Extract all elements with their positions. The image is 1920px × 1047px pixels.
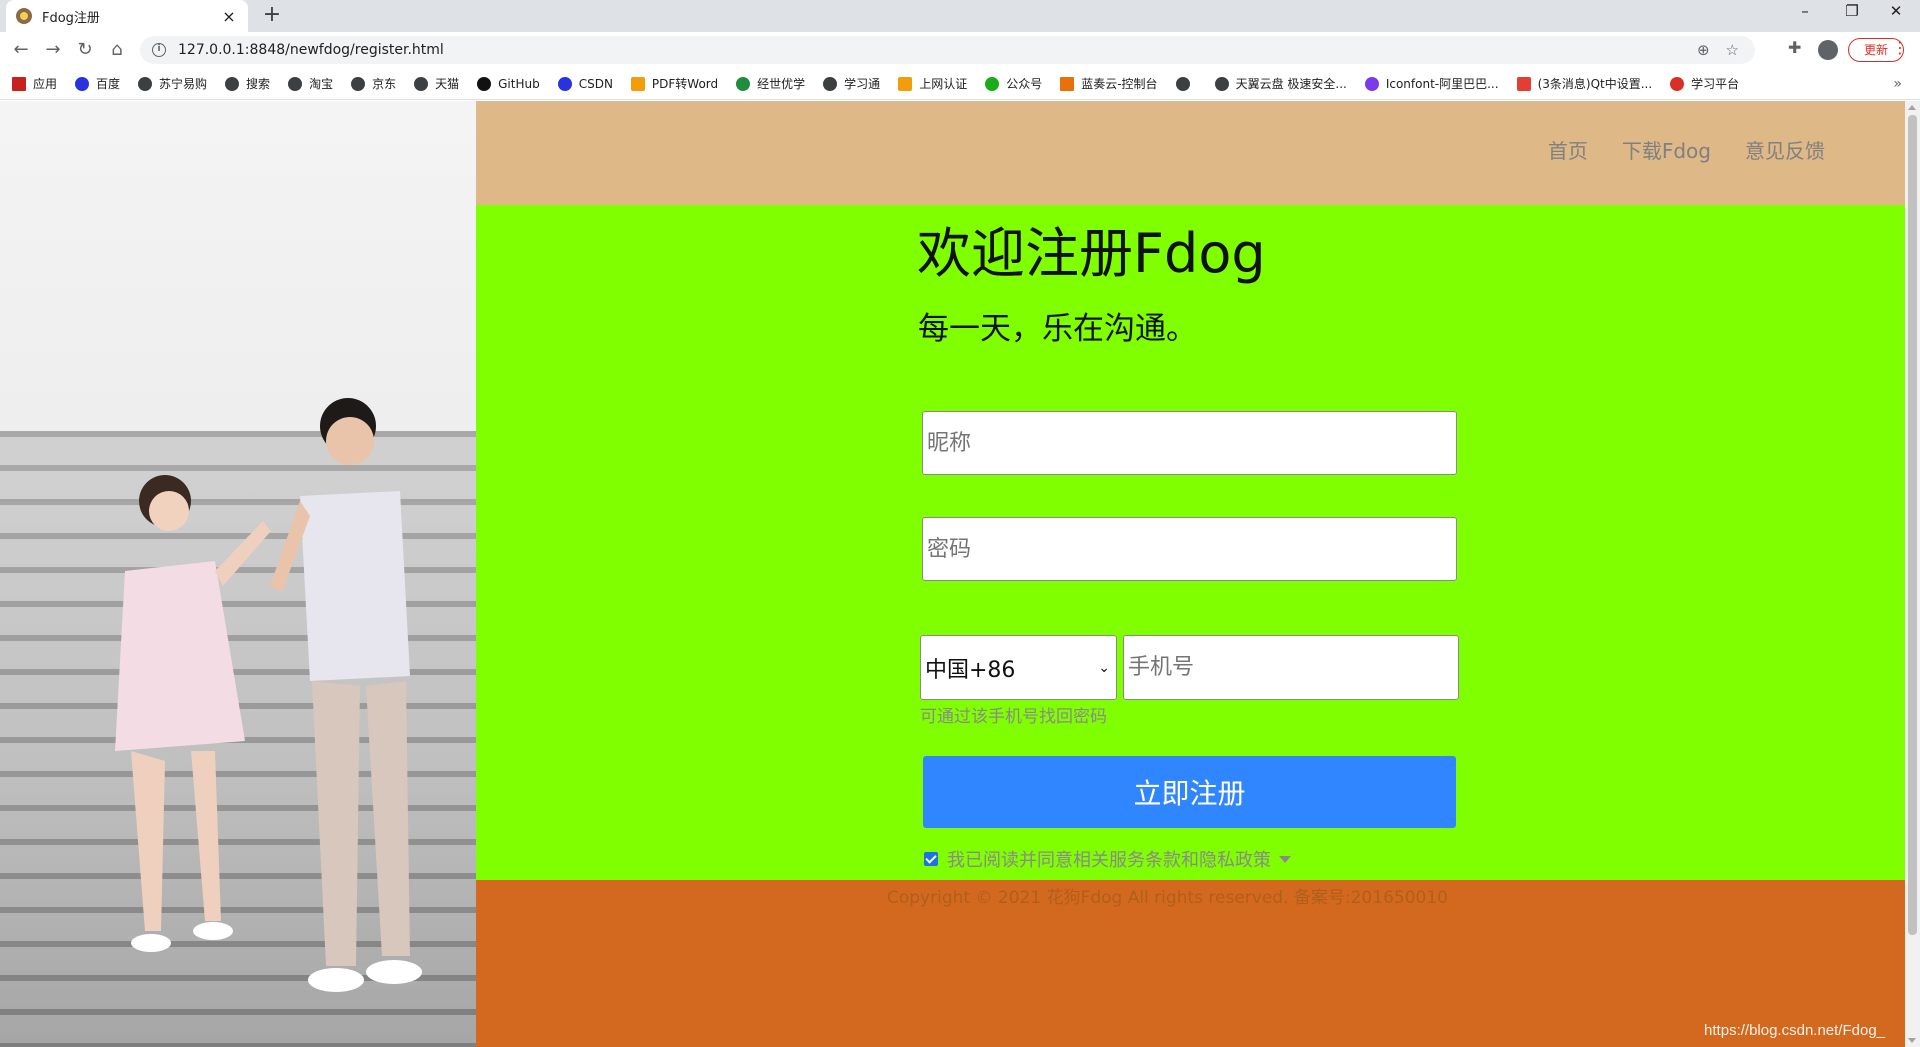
nav-home-link[interactable]: 首页	[1548, 135, 1588, 164]
boy-figure-graphic	[270, 398, 422, 992]
vertical-scrollbar[interactable]	[1905, 101, 1920, 1047]
forward-icon[interactable]: →	[40, 38, 66, 62]
bookmark-item[interactable]: PDF转Word	[630, 75, 718, 92]
tab-title: Fdog注册	[42, 10, 100, 26]
bookmark-item[interactable]: 经世优学	[736, 75, 805, 92]
bookmark-item[interactable]: Iconfont-阿里巴巴...	[1364, 75, 1499, 92]
globe-icon	[1214, 76, 1229, 91]
reload-icon[interactable]: ↻	[72, 38, 98, 62]
scroll-up-icon[interactable]	[1908, 105, 1916, 110]
bookmarks-more-icon[interactable]: »	[1893, 76, 1902, 92]
site-info-icon[interactable]: i	[152, 43, 166, 57]
page-title: 欢迎注册Fdog	[917, 222, 1266, 285]
bookmark-star-icon[interactable]: ☆	[1726, 41, 1739, 59]
extensions-icon[interactable]: ✚	[1788, 38, 1801, 57]
zoom-icon[interactable]: ⊕	[1697, 41, 1710, 59]
bookmark-item[interactable]: 搜索	[225, 75, 270, 92]
phone-hint: 可通过该手机号找回密码	[920, 707, 1107, 727]
address-url[interactable]: 127.0.0.1:8848/newfdog/register.html	[178, 42, 1697, 58]
bookmark-item[interactable]: CSDN	[557, 76, 613, 91]
minimize-icon[interactable]: –	[1785, 2, 1825, 20]
bookmark-item[interactable]: 淘宝	[288, 75, 333, 92]
agree-checkbox[interactable]	[924, 852, 938, 866]
globe-icon	[823, 76, 838, 91]
close-window-icon[interactable]: ✕	[1876, 2, 1916, 20]
globe-icon	[288, 76, 303, 91]
country-code-select[interactable]: 中国+86 ⌄	[920, 635, 1117, 700]
bookmarks-bar: 应用 百度 苏宁易购 搜索 淘宝 京东 天猫 GitHub CSDN PDF转W…	[0, 68, 1920, 100]
home-icon[interactable]: ⌂	[104, 38, 130, 62]
pdf-icon	[898, 76, 913, 91]
bookmark-item[interactable]: 上网认证	[898, 75, 967, 92]
bookmark-item[interactable]: 天猫	[414, 75, 459, 92]
baidu-paw-icon	[75, 76, 90, 91]
address-bar[interactable]: i 127.0.0.1:8848/newfdog/register.html ⊕…	[140, 36, 1755, 64]
password-input[interactable]	[922, 517, 1457, 581]
restore-icon[interactable]: ❐	[1832, 2, 1872, 20]
apps-grid-icon	[12, 76, 26, 91]
bookmark-item[interactable]: 苏宁易购	[138, 75, 207, 92]
page-viewport: 首页 下载Fdog 意见反馈 欢迎注册Fdog 每一天，乐在沟通。 中国+86 …	[0, 101, 1905, 1047]
bookmark-item[interactable]: 京东	[351, 75, 396, 92]
csdn-paw-icon	[557, 76, 572, 91]
github-icon	[477, 76, 492, 91]
nav-download-link[interactable]: 下载Fdog	[1622, 135, 1711, 164]
tab-close-icon[interactable]: ×	[220, 7, 238, 26]
browser-toolbar: ← → ↻ ⌂ i 127.0.0.1:8848/newfdog/registe…	[0, 32, 1920, 68]
caret-down-icon[interactable]	[1279, 855, 1291, 863]
bookmark-item[interactable]: 应用	[12, 75, 57, 92]
globe-icon	[414, 76, 429, 91]
bookmark-item[interactable]: 蓝奏云-控制台	[1060, 75, 1158, 92]
phone-input[interactable]	[1123, 635, 1459, 700]
globe-icon	[138, 76, 153, 91]
globe-icon	[351, 76, 366, 91]
bookmark-item[interactable]: (3条消息)Qt中设置...	[1516, 75, 1652, 92]
back-icon[interactable]: ←	[8, 38, 34, 62]
new-tab-button[interactable]: +	[258, 2, 286, 27]
learning-platform-icon	[1670, 76, 1685, 91]
iconfont-icon	[1364, 76, 1379, 91]
top-nav: 首页 下载Fdog 意见反馈	[1514, 135, 1825, 164]
jingshi-icon	[736, 76, 751, 91]
nav-feedback-link[interactable]: 意见反馈	[1745, 135, 1825, 164]
wechat-icon	[985, 76, 1000, 91]
scroll-down-icon[interactable]	[1908, 1038, 1916, 1043]
bookmark-item[interactable]: 公众号	[985, 75, 1042, 92]
globe-icon	[225, 76, 240, 91]
page-subtitle: 每一天，乐在沟通。	[918, 311, 1197, 347]
browser-tab-active[interactable]: Fdog注册 ×	[6, 0, 248, 32]
bookmark-item[interactable]: GitHub	[477, 76, 540, 91]
scrollbar-thumb[interactable]	[1908, 115, 1917, 935]
bookmark-item[interactable]	[1175, 76, 1197, 91]
profile-avatar-icon[interactable]	[1818, 40, 1838, 60]
nickname-input[interactable]	[922, 411, 1457, 475]
copyright-text: Copyright © 2021 花狗Fdog All rights reser…	[887, 888, 1448, 908]
bookmark-item[interactable]: 百度	[75, 75, 120, 92]
agreement-text: 我已阅读并同意相关服务条款和隐私政策	[947, 850, 1271, 871]
pdf-icon	[630, 76, 645, 91]
fdog-favicon-icon	[16, 8, 32, 24]
bookmark-item[interactable]: 学习通	[823, 75, 880, 92]
agreement-row: 我已阅读并同意相关服务条款和隐私政策	[924, 846, 1291, 872]
bookmark-item[interactable]: 天翼云盘 极速安全...	[1214, 75, 1347, 92]
browser-tabstrip: Fdog注册 × + – ❐ ✕	[0, 0, 1920, 32]
bookmark-item[interactable]: 学习平台	[1670, 75, 1739, 92]
menu-dots-icon[interactable]: ⋮	[1892, 38, 1908, 57]
header-band: 首页 下载Fdog 意见反馈	[476, 101, 1905, 205]
globe-icon	[1175, 76, 1190, 91]
chevron-down-icon: ⌄	[1098, 659, 1110, 676]
couple-photo	[0, 101, 476, 1047]
csdn-watermark: https://blog.csdn.net/Fdog_	[1704, 1022, 1885, 1039]
girl-figure-graphic	[115, 475, 271, 952]
register-button[interactable]: 立即注册	[923, 756, 1456, 828]
country-code-value: 中国+86	[925, 657, 1016, 683]
csdn-c-icon	[1516, 76, 1531, 91]
lanzou-flag-icon	[1060, 76, 1075, 91]
